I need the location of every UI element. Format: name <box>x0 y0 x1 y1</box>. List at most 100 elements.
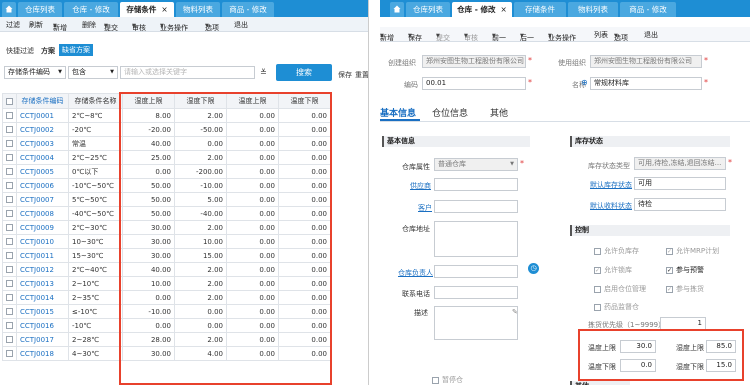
home-tab[interactable] <box>2 2 16 17</box>
row-checkbox[interactable] <box>2 220 17 235</box>
save-plan-button[interactable]: 保存 <box>338 70 352 80</box>
tab-warehouse-edit[interactable]: 仓库 - 修改 × <box>452 2 512 17</box>
condition-code-link[interactable]: CCTJ0014 <box>16 290 69 305</box>
condition-code-link[interactable]: CCTJ0010 <box>16 234 69 249</box>
condition-code-link[interactable]: CCTJ0013 <box>16 276 69 291</box>
tab-storage-conditions[interactable]: 存储条件 × <box>120 2 174 17</box>
row-checkbox[interactable] <box>2 276 17 291</box>
allow-negative-checkbox[interactable]: 允许负库存 <box>594 246 639 256</box>
search-button[interactable]: 搜索 <box>276 64 332 81</box>
use-org-field[interactable]: 郑州安图生物工程股份有限公司 <box>590 55 702 68</box>
tab-material-list[interactable]: 物料列表 <box>568 2 618 17</box>
tab-material-list[interactable]: 物料列表 <box>176 2 220 17</box>
supplier-field[interactable] <box>434 178 518 191</box>
row-checkbox[interactable] <box>2 136 17 151</box>
condition-code-link[interactable]: CCTJ0006 <box>16 178 69 193</box>
condition-code-link[interactable]: CCTJ0011 <box>16 248 69 263</box>
column-header[interactable]: 存储条件编码 <box>16 93 69 109</box>
select-all-checkbox[interactable] <box>2 93 17 109</box>
tab-basic-info[interactable]: 基本信息 <box>380 106 416 119</box>
toolbar-exit[interactable]: 退出 <box>644 30 658 40</box>
manager-link[interactable]: 仓库负责人 <box>398 268 433 278</box>
address-field[interactable] <box>434 221 518 257</box>
close-icon[interactable]: × <box>161 5 167 14</box>
toolbar-delete[interactable]: 删除 <box>82 20 96 30</box>
row-checkbox[interactable] <box>2 318 17 333</box>
condition-code-link[interactable]: CCTJ0002 <box>16 122 69 137</box>
toolbar-refresh[interactable]: 刷新 <box>29 20 43 30</box>
row-checkbox[interactable] <box>2 178 17 193</box>
row-checkbox[interactable] <box>2 304 17 319</box>
tab-location-info[interactable]: 仓位信息 <box>432 106 468 119</box>
condition-code-link[interactable]: CCTJ0004 <box>16 150 69 165</box>
reset-button[interactable]: 重置 <box>355 70 368 80</box>
join-warning-checkbox[interactable]: ✓ 参与预警 <box>666 265 704 275</box>
condition-code-link[interactable]: CCTJ0012 <box>16 262 69 277</box>
customer-link[interactable]: 客户 <box>418 203 432 213</box>
default-stock-field[interactable]: 可用 <box>634 177 726 190</box>
condition-code-link[interactable]: CCTJ0007 <box>16 192 69 207</box>
allow-lock-checkbox[interactable]: ✓ 允许锁库 <box>594 265 632 275</box>
toolbar-filter[interactable]: 过滤 <box>6 20 20 30</box>
toolbar-exit[interactable]: 退出 <box>234 20 248 30</box>
pause-warehouse-checkbox[interactable]: 暂停仓 <box>432 375 463 385</box>
row-checkbox[interactable] <box>2 234 17 249</box>
tab-warehouse-list[interactable]: 仓库列表 <box>406 2 450 17</box>
tab-storage-conditions[interactable]: 存储条件 <box>514 2 566 17</box>
row-checkbox[interactable] <box>2 192 17 207</box>
filter-op-select[interactable]: 包含 ▼ <box>68 66 118 79</box>
condition-code-link[interactable]: CCTJ0008 <box>16 206 69 221</box>
tab-other[interactable]: 其他 <box>490 106 508 119</box>
desc-field[interactable] <box>434 306 518 340</box>
close-icon[interactable]: × <box>501 5 507 14</box>
default-recv-link[interactable]: 默认收料状态 <box>590 201 632 211</box>
row-checkbox[interactable] <box>2 122 17 137</box>
row-checkbox[interactable] <box>2 248 17 263</box>
drug-warehouse-checkbox[interactable]: 药品监督仓 <box>594 302 639 312</box>
lookup-icon[interactable]: ◷ <box>528 263 539 274</box>
condition-code-link[interactable]: CCTJ0003 <box>16 136 69 151</box>
name-field[interactable]: 常规材料库 <box>590 77 702 90</box>
default-plan-button[interactable]: 缺省方案 <box>59 44 93 56</box>
create-org-field[interactable]: 郑州安图生物工程股份有限公司 <box>422 55 526 68</box>
allow-mrp-checkbox[interactable]: ✓ 允许MRP计划 <box>666 246 719 256</box>
phone-field[interactable] <box>434 286 518 299</box>
tab-goods-edit[interactable]: 商品 - 修改 <box>620 2 676 17</box>
condition-code-link[interactable]: CCTJ0015 <box>16 304 69 319</box>
default-stock-link[interactable]: 默认库存状态 <box>590 180 632 190</box>
row-checkbox[interactable] <box>2 346 17 361</box>
enable-location-checkbox[interactable]: 启用仓位管理 <box>594 284 646 294</box>
condition-code-link[interactable]: CCTJ0017 <box>16 332 69 347</box>
stock-type-field[interactable]: 可用,待检,冻结,退回冻结... <box>634 157 726 170</box>
default-recv-field[interactable]: 待检 <box>634 198 726 211</box>
supplier-link[interactable]: 供应商 <box>410 181 431 191</box>
condition-code-link[interactable]: CCTJ0018 <box>16 346 69 361</box>
globe-icon[interactable]: ⊕ <box>581 78 588 87</box>
code-field[interactable]: 00.01 <box>422 77 526 90</box>
expand-icon[interactable]: ≚ <box>260 68 267 77</box>
row-checkbox[interactable] <box>2 150 17 165</box>
row-checkbox[interactable] <box>2 108 17 123</box>
condition-code-link[interactable]: CCTJ0001 <box>16 108 69 123</box>
row-checkbox[interactable] <box>2 262 17 277</box>
tab-goods-edit[interactable]: 商品 - 修改 <box>222 2 274 17</box>
filter-field-select[interactable]: 存储条件编码 ▼ <box>4 66 66 79</box>
edit-icon[interactable]: ✎ <box>512 308 518 316</box>
condition-code-link[interactable]: CCTJ0009 <box>16 220 69 235</box>
row-checkbox[interactable] <box>2 332 17 347</box>
attr-select[interactable]: 普通仓库 ▼ <box>434 158 518 171</box>
tab-warehouse-edit[interactable]: 仓库 - 修改 <box>64 2 118 17</box>
tab-warehouse-list[interactable]: 仓库列表 <box>18 2 62 17</box>
column-header[interactable]: 存储条件名称 <box>68 93 123 109</box>
search-input[interactable]: 请输入或选择关键字 <box>120 66 255 79</box>
manager-field[interactable] <box>434 265 518 278</box>
home-tab[interactable] <box>390 2 404 17</box>
condition-code-link[interactable]: CCTJ0016 <box>16 318 69 333</box>
condition-code-link[interactable]: CCTJ0005 <box>16 164 69 179</box>
row-checkbox[interactable] <box>2 206 17 221</box>
join-picking-checkbox[interactable]: ✓ 参与拣货 <box>666 284 704 294</box>
toolbar-list[interactable]: 列表 <box>594 30 608 40</box>
row-checkbox[interactable] <box>2 290 17 305</box>
customer-field[interactable] <box>434 200 518 213</box>
row-checkbox[interactable] <box>2 164 17 179</box>
